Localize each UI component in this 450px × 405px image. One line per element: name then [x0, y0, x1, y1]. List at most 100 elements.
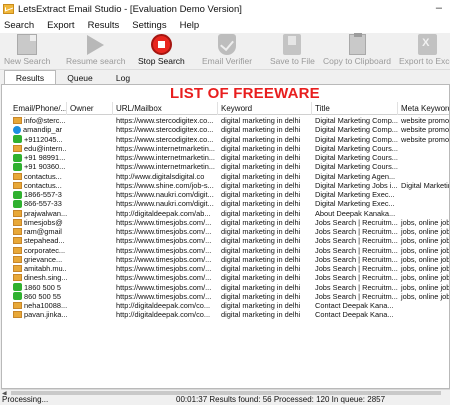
resume-search-button[interactable]: Resume search — [66, 34, 126, 66]
table-row[interactable]: info@sterc... https://www.stercodigitex.c… — [10, 116, 450, 125]
table-row[interactable]: dinesh.sing... https://www.timesjobs.com/… — [10, 273, 449, 282]
cell-email-text: grievance... — [24, 254, 63, 264]
cell-owner — [67, 227, 113, 236]
menu-settings[interactable]: Settings — [132, 20, 166, 31]
cell-url: https://www.timesjobs.com/... — [116, 245, 212, 255]
results-table-body: info@sterc... https://www.stercodigitex.c… — [10, 116, 450, 320]
email-verifier-label: Email Verifier — [202, 56, 253, 66]
cell-title: Digital Marketing Agen... — [315, 171, 396, 181]
cell-meta-keywords — [398, 162, 449, 171]
cell-email: 866-557-33 — [10, 199, 67, 208]
table-row[interactable]: 860 500 55 https://www.timesjobs.com/... d… — [10, 291, 449, 301]
table-row[interactable]: prajwalwan... http://digitaldeepak.com/ab… — [10, 208, 449, 218]
table-row[interactable]: +91 90360... https://www.internetmarketin… — [10, 162, 449, 172]
cell-email-text: contactus... — [24, 180, 62, 190]
column-header-email[interactable]: Email/Phone/... — [10, 102, 67, 115]
column-header-title[interactable]: Title — [312, 102, 398, 115]
envelope-icon — [13, 144, 22, 152]
cell-url: https://www.stercodigitex.co... — [116, 125, 214, 135]
table-row[interactable]: grievance... https://www.timesjobs.com/..… — [10, 254, 450, 264]
cell-meta-keywords — [398, 209, 449, 218]
table-row[interactable]: edu@intern... https://www.internetmarketi… — [10, 143, 449, 153]
cell-owner — [67, 153, 113, 162]
resume-search-label: Resume search — [66, 56, 126, 66]
cell-meta-keywords — [398, 199, 449, 208]
table-row[interactable]: amandip_ar https://www.stercodigitex.co..… — [10, 125, 449, 135]
cell-url: https://www.naukri.com/digit... — [116, 199, 214, 209]
cell-keyword: digital marketing in delhi — [221, 116, 301, 125]
stop-search-button[interactable]: Stop Search — [138, 34, 185, 66]
cell-meta-keywords: jobs, online jobs — [401, 217, 450, 227]
cell-meta-keywords — [398, 310, 449, 319]
tab-results[interactable]: Results — [4, 70, 56, 84]
save-to-file-button[interactable]: Save to File — [270, 34, 315, 66]
menu-help[interactable]: Help — [180, 20, 200, 31]
table-row[interactable]: contactus... https://www.shine.com/job-s.… — [10, 180, 449, 190]
column-header-keyword[interactable]: Keyword — [218, 102, 312, 115]
cell-meta-keywords: jobs, online jobs — [401, 245, 450, 255]
minimize-button[interactable]: – — [436, 2, 442, 14]
phone-icon — [13, 162, 22, 171]
tab-queue[interactable]: Queue — [58, 71, 102, 84]
envelope-icon — [13, 117, 22, 125]
cell-url: https://www.naukri.com/digit... — [116, 190, 214, 199]
cell-email: neha10088... — [10, 301, 67, 310]
cell-email-text: pavan.jinka... — [24, 310, 67, 320]
table-row[interactable]: amitabh.mu... https://www.timesjobs.com/.… — [10, 264, 449, 273]
menu-export[interactable]: Export — [47, 20, 74, 31]
cell-url: https://www.internetmarketin... — [116, 143, 215, 153]
cell-owner — [67, 218, 113, 227]
phone-icon — [13, 135, 22, 144]
table-row[interactable]: 866-557-33 https://www.naukri.com/digit..… — [10, 199, 449, 209]
cell-email-text: 1860 500 5 — [24, 282, 61, 292]
table-row[interactable]: +91 98991... https://www.internetmarketin… — [10, 153, 449, 162]
phone-icon — [13, 283, 22, 292]
menu-results[interactable]: Results — [88, 20, 120, 31]
table-row[interactable]: pavan.jinka... http://digitaldeepak.com/c… — [10, 310, 449, 320]
table-row[interactable]: stepahead... https://www.timesjobs.com/..… — [10, 236, 450, 246]
export-to-excel-button[interactable]: Export to Excel — [399, 34, 450, 66]
table-row[interactable]: ram@gmail https://www.timesjobs.com/... di… — [10, 227, 450, 236]
table-row[interactable]: +9112045... https://www.stercodigitex.co.… — [10, 135, 449, 144]
cell-meta-keywords: website promoti — [401, 116, 450, 125]
clipboard-icon — [348, 33, 366, 55]
tab-log[interactable]: Log — [104, 71, 142, 84]
save-to-file-label: Save to File — [270, 56, 315, 66]
cell-keyword: digital marketing in delhi — [221, 236, 301, 246]
table-row[interactable]: timesjobs@ https://www.timesjobs.com/... d… — [10, 217, 450, 227]
cell-meta-keywords: jobs, online jobs — [401, 254, 450, 264]
cell-title: About Deepak Kanaka... — [315, 208, 396, 218]
cell-owner — [67, 264, 113, 273]
cell-keyword: digital marketing in delhi — [221, 162, 301, 172]
envelope-icon — [13, 237, 22, 245]
column-header-owner[interactable]: Owner — [67, 102, 113, 115]
cell-title: Digital Marketing Exec... — [315, 199, 395, 209]
cell-keyword: digital marketing in delhi — [221, 208, 301, 218]
table-row[interactable]: neha10088... http://digitaldeepak.com/co.… — [10, 301, 449, 310]
column-header-url[interactable]: URL/Mailbox — [113, 102, 218, 115]
stop-search-label: Stop Search — [138, 56, 185, 66]
cell-meta-keywords: jobs, online jobs — [401, 236, 450, 246]
envelope-icon — [13, 265, 22, 273]
cell-email: 860 500 55 — [10, 292, 67, 301]
new-search-button[interactable]: New Search — [4, 34, 50, 66]
cell-email-text: info@sterc... — [24, 116, 66, 125]
cell-keyword: digital marketing in delhi — [221, 291, 301, 301]
cell-title: Digital Marketing Cours... — [315, 153, 398, 162]
menu-search[interactable]: Search — [4, 20, 34, 31]
cell-owner — [67, 135, 113, 144]
column-header-meta-keywords[interactable]: Meta Keywords — [398, 102, 449, 115]
table-row[interactable]: corporatec... https://www.timesjobs.com/.… — [10, 245, 450, 255]
cell-email: contactus... — [10, 172, 67, 181]
email-verifier-button[interactable]: Email Verifier — [202, 34, 252, 66]
table-row[interactable]: 1860 500 5 https://www.timesjobs.com/... d… — [10, 282, 449, 292]
envelope-icon — [13, 246, 22, 254]
copy-to-clipboard-button[interactable]: Copy to Clipboard — [323, 33, 391, 66]
cell-title: Jobs Search | Recruitm... — [315, 264, 398, 273]
table-row[interactable]: contactus... http://www.digitalsdigital.c… — [10, 171, 449, 181]
cell-email-text: ram@gmail — [24, 227, 62, 236]
table-row[interactable]: 1866-557-3 https://www.naukri.com/digit..… — [10, 190, 449, 199]
cell-meta-keywords: jobs, online jobs — [401, 227, 450, 236]
cell-url: https://www.stercodigitex.co... — [116, 116, 214, 125]
cell-email-text: contactus... — [24, 171, 62, 181]
